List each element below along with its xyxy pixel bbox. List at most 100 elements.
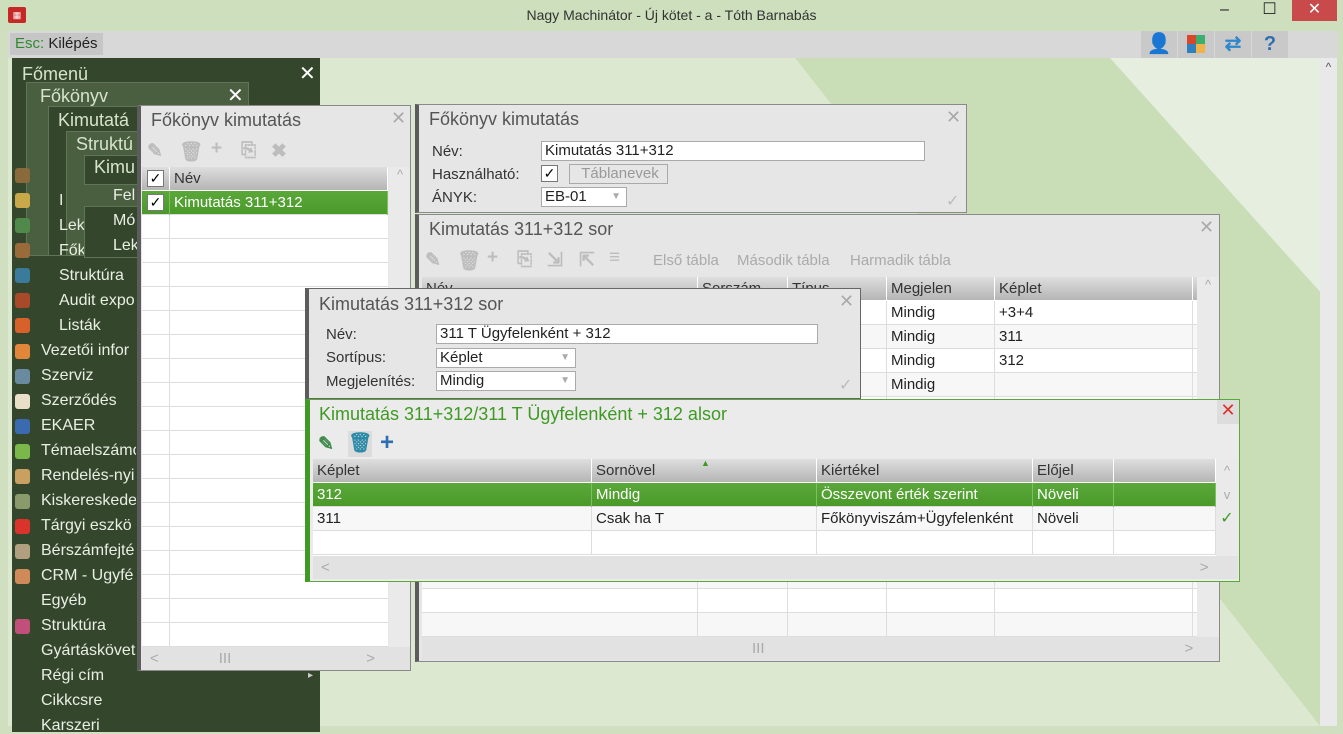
menu-item[interactable]: Struktúra [59,268,137,284]
apps-icon[interactable] [1178,31,1214,58]
menu-item[interactable]: Fők [59,243,84,259]
sidebar-item[interactable]: Témaelszámo [41,443,136,459]
alsor-vertical-scrollbar[interactable]: ^ v ✓ [1216,459,1238,556]
column-header[interactable]: Képlet [313,459,592,482]
table-cell [788,613,887,637]
close-icon[interactable]: ✕ [1199,217,1214,238]
close-icon[interactable]: ✕ [391,108,406,129]
exit-label: Kilépés [48,35,98,52]
main-vertical-scrollbar[interactable]: ^ [1320,58,1337,726]
unpin-icon[interactable]: ✖ [271,140,287,163]
table-row[interactable]: 311 Csak ha T Főkönyviszám+Ügyfelenként Növ… [313,507,1216,531]
usable-checkbox[interactable]: ✓ [541,165,558,182]
table-row[interactable]: 312 Mindig Összevont érték szerint Növeli [313,483,1216,507]
edit-icon[interactable]: ✎ [147,140,163,163]
row-checkbox[interactable]: ✓ [147,194,164,211]
coins-icon [15,243,30,258]
maximize-button[interactable]: ☐ [1247,0,1292,21]
sidebar-item[interactable]: Szerviz [41,368,136,384]
sidebar-item[interactable]: Tárgyi eszkö [41,518,136,534]
select-all-checkbox[interactable]: ✓ [147,170,164,187]
trash-icon[interactable]: 🗑 [457,249,481,273]
close-window-button[interactable]: ✕ [1292,0,1337,21]
trash-icon[interactable]: 🗑 [348,431,372,457]
tables-button[interactable]: Táblanevek [569,164,668,184]
sidebar-item[interactable]: Struktúra [41,618,136,634]
tab-second-table[interactable]: Második tábla [737,252,830,269]
menu-item[interactable]: Lek [113,238,137,254]
menu-item[interactable]: Lek [59,218,84,234]
display-label: Megjelenítés: [326,373,416,390]
column-header[interactable]: Előjel [1033,459,1114,482]
sidebar-item[interactable]: Gyártáskövet [41,643,136,659]
table-cell [1114,483,1216,507]
display-select[interactable]: Mindig [436,371,576,391]
exit-button[interactable]: Esc: Kilépés [10,33,103,55]
add-icon[interactable]: + [487,247,498,269]
sidebar-item[interactable]: EKÁER [41,418,136,434]
help-icon[interactable]: ? [1252,31,1288,58]
table-cell: Növeli [1033,507,1114,531]
rows-horizontal-scrollbar[interactable]: III > [422,637,1219,660]
sidebar-item[interactable]: CRM - Ügyfé [41,568,136,584]
table-cell: Mindig [887,325,995,349]
sidebar-item[interactable]: Szerződés [41,393,136,409]
table-cell [995,613,1193,637]
column-header[interactable] [1114,459,1216,482]
edit-icon[interactable]: ✎ [425,249,441,272]
table-cell: Mindig [887,373,995,397]
sidebar-item[interactable]: Rendelés-nyi [41,468,136,484]
menu-item[interactable]: I [59,193,79,209]
sidebar-item[interactable]: Kiskereskede [41,493,136,509]
column-header-name[interactable]: Név [170,167,388,190]
column-header[interactable]: Megjelen [887,277,995,300]
copy-icon[interactable]: ⎘ [517,249,532,271]
close-icon[interactable]: ✕ [839,291,854,312]
table-row[interactable]: ✓ Kimutatás 311+312 [142,191,388,215]
list-horizontal-scrollbar[interactable]: < III > [142,647,410,670]
usable-label: Használható: [432,166,520,183]
close-icon[interactable]: ✕ [1217,400,1239,424]
add-icon[interactable]: + [211,138,222,160]
panel-title: Kimutatás 311+312 sor [429,219,614,239]
move-down-icon[interactable]: ⇲ [547,249,563,272]
edit-icon[interactable]: ✎ [318,433,334,456]
sidebar-item[interactable]: Egyéb [41,593,136,609]
confirm-check-icon[interactable]: ✓ [839,375,852,395]
empty-row [142,239,388,263]
menu-icon[interactable]: ≡ [609,247,620,269]
alsor-grid: Képlet Sornövel Kiértékel Előjel 312 Mindig Ös… [313,459,1216,556]
copy-icon[interactable]: ⎘ [241,140,256,162]
sidebar-item[interactable]: Bérszámfejté [41,543,136,559]
row-type-select[interactable]: Képlet [436,348,576,368]
menu-item[interactable]: Fel [113,188,137,204]
column-header[interactable]: Képlet [995,277,1193,300]
add-icon[interactable]: + [380,429,394,457]
menu-item[interactable]: Listák [59,318,137,334]
name-input[interactable]: Kimutatás 311+312 [541,141,925,161]
tab-third-table[interactable]: Harmadik tábla [850,252,951,269]
menu-item-icon [15,419,30,434]
close-icon[interactable]: ✕ [946,107,961,128]
minimize-button[interactable]: – [1202,0,1247,21]
trash-icon[interactable]: 🗑 [179,140,203,164]
sidebar-item[interactable]: Cikkcsre [41,693,136,709]
sidebar-item[interactable]: Régi cím [41,668,136,684]
sidebar-item[interactable]: Vezetői infor [41,343,136,359]
table-cell [887,613,995,637]
menu-item-icon [15,544,30,559]
ledger-icon [15,168,30,183]
user-icon[interactable]: 👤 [1141,31,1177,58]
confirm-check-icon[interactable]: ✓ [946,191,959,211]
alsor-horizontal-scrollbar[interactable]: < > [313,556,1238,579]
name-input[interactable]: 311 T Ügyfelenként + 312 [436,324,818,344]
menu-item[interactable]: Audit expo [59,293,137,309]
tab-first-table[interactable]: Első tábla [653,252,719,269]
swap-icon[interactable]: ⇄ [1215,31,1251,58]
anyk-select[interactable]: EB-01 [541,187,627,207]
menu-item[interactable]: Mó [113,213,137,229]
close-icon[interactable]: ✕ [299,61,316,86]
menu-item-icon [15,444,30,459]
column-header[interactable]: Kiértékel [817,459,1033,482]
move-up-icon[interactable]: ⇱ [579,249,595,272]
